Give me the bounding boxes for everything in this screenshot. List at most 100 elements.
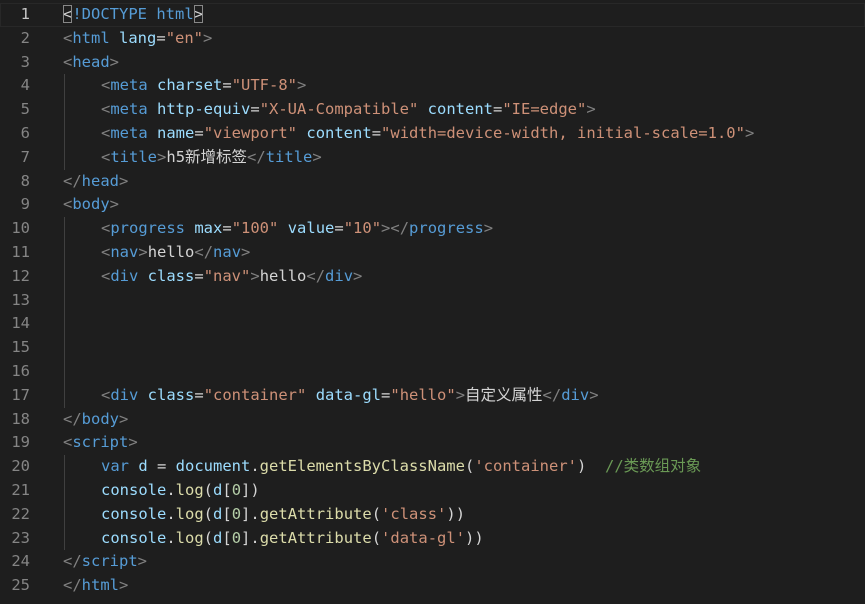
code-line[interactable]: 15 xyxy=(0,336,865,360)
indent-guide xyxy=(64,288,65,313)
code-line[interactable]: 12 <div class="nav">hello</div> xyxy=(0,264,865,289)
code-token: </ xyxy=(63,552,82,571)
line-number: 3 xyxy=(20,52,30,71)
code-token: progress xyxy=(409,219,484,238)
code-token: > xyxy=(455,385,466,404)
code-token: ></ xyxy=(381,219,410,238)
code-token: div xyxy=(110,385,148,404)
code-line[interactable]: 23 console.log(d[0].getAttribute('data-gl… xyxy=(0,526,865,551)
code-token: > xyxy=(157,147,167,166)
code-line[interactable]: 14 xyxy=(0,312,865,337)
code-token: > xyxy=(128,433,138,452)
code-token: script xyxy=(81,552,138,571)
code-token: document xyxy=(175,457,251,476)
code-token: ) xyxy=(576,457,605,476)
code-line[interactable]: 5 <meta http-equiv="X-UA-Compatible" cont… xyxy=(0,98,865,122)
code-line[interactable]: 6 <meta name="viewport" content="width=de… xyxy=(0,122,865,146)
code-token: > xyxy=(109,52,120,71)
code-line[interactable]: 7 <title>h5新增标签</title> xyxy=(0,145,865,170)
line-number: 4 xyxy=(20,76,30,95)
line-number: 7 xyxy=(20,147,30,166)
code-line[interactable]: 9 <body> xyxy=(0,193,865,217)
indent-guide xyxy=(64,122,65,146)
line-code: <progress max="100" value="10"></progres… xyxy=(63,217,493,241)
code-line[interactable]: 10 <progress max="100" value="10"></progr… xyxy=(0,217,865,241)
code-editor[interactable]: 1 <!DOCTYPE html> 2 <html lang="en"> 3 <head>… xyxy=(0,0,865,604)
code-token: > xyxy=(137,552,148,571)
code-line[interactable]: 13 xyxy=(0,288,865,313)
code-token: data-gl xyxy=(315,385,382,404)
line-number: 13 xyxy=(11,290,30,309)
code-token: content xyxy=(306,124,372,142)
code-token: </ xyxy=(63,409,82,428)
code-token: "IE=edge" xyxy=(502,100,587,119)
line-code: <nav>hello</nav> xyxy=(63,241,250,265)
code-token: </ xyxy=(63,171,82,190)
line-number: 19 xyxy=(11,433,30,452)
code-token: console xyxy=(101,528,167,547)
line-number: 18 xyxy=(11,409,30,428)
code-token: . xyxy=(250,457,260,476)
code-line[interactable]: 22 console.log(d[0].getAttribute('class')… xyxy=(0,502,865,527)
code-token: = xyxy=(371,124,382,142)
line-number: 21 xyxy=(11,481,30,499)
indent-guide xyxy=(64,336,65,360)
code-line[interactable]: 21 console.log(d[0]) xyxy=(0,479,865,503)
line-number: 17 xyxy=(11,385,30,404)
code-line[interactable]: 19 <script> xyxy=(0,431,865,455)
code-token: class xyxy=(147,266,195,285)
line-number: 2 xyxy=(20,28,30,47)
code-token: > xyxy=(193,5,204,23)
code-line[interactable]: 4 <meta charset="UTF-8"> xyxy=(0,74,865,99)
code-token: = xyxy=(147,457,176,476)
line-number: 23 xyxy=(11,528,30,547)
line-code: console.log(d[0].getAttribute('class')) xyxy=(63,503,465,527)
code-token: [ xyxy=(222,528,232,547)
code-token: d xyxy=(213,504,223,523)
code-token: max xyxy=(194,219,223,238)
code-line[interactable]: 11 <nav>hello</nav> xyxy=(0,241,865,265)
code-line[interactable]: 17 <div class="container" data-gl="hello"… xyxy=(0,383,865,408)
code-token: < xyxy=(101,385,111,404)
code-token: head xyxy=(72,52,110,71)
code-token: < xyxy=(63,52,73,71)
line-number: 14 xyxy=(11,314,30,333)
code-line[interactable]: 24 </script> xyxy=(0,550,865,574)
code-line[interactable]: 1 <!DOCTYPE html> xyxy=(0,3,865,27)
code-token: "10" xyxy=(343,219,382,238)
code-token: < xyxy=(101,219,111,238)
code-token: = xyxy=(381,385,391,404)
code-token: d xyxy=(213,528,223,547)
code-line[interactable]: 3 <head> xyxy=(0,51,865,75)
code-token: getAttribute xyxy=(259,504,372,523)
line-code: </body> xyxy=(63,408,128,432)
line-code: <head> xyxy=(63,51,119,75)
code-line[interactable]: 20 var d = document.getElementsByClassNam… xyxy=(0,455,865,479)
line-number: 1 xyxy=(20,5,30,23)
indent-guide xyxy=(64,241,65,265)
code-line[interactable]: 2 <html lang="en"> xyxy=(0,27,865,51)
code-token: > xyxy=(744,124,755,142)
code-token: < xyxy=(63,28,73,47)
code-token: d xyxy=(138,457,148,476)
code-line[interactable]: 16 xyxy=(0,360,865,384)
code-token: progress xyxy=(110,219,195,238)
code-line[interactable]: 18 </body> xyxy=(0,408,865,432)
code-token: charset xyxy=(157,76,223,95)
indent-guide xyxy=(64,526,65,551)
code-token: 'container' xyxy=(474,457,577,476)
code-token: > xyxy=(297,76,307,95)
line-number: 8 xyxy=(20,171,30,190)
code-token: body xyxy=(72,195,110,214)
code-token: > xyxy=(119,171,129,190)
code-token: name xyxy=(157,124,195,142)
code-line[interactable]: 25 </html> xyxy=(0,574,865,598)
indent-guide xyxy=(64,264,65,289)
code-line[interactable]: 8 </head> xyxy=(0,170,865,194)
code-token: h5新增标签 xyxy=(166,147,248,166)
code-token: html xyxy=(81,576,119,595)
code-token: meta xyxy=(110,124,158,142)
code-token: ( xyxy=(371,504,382,523)
